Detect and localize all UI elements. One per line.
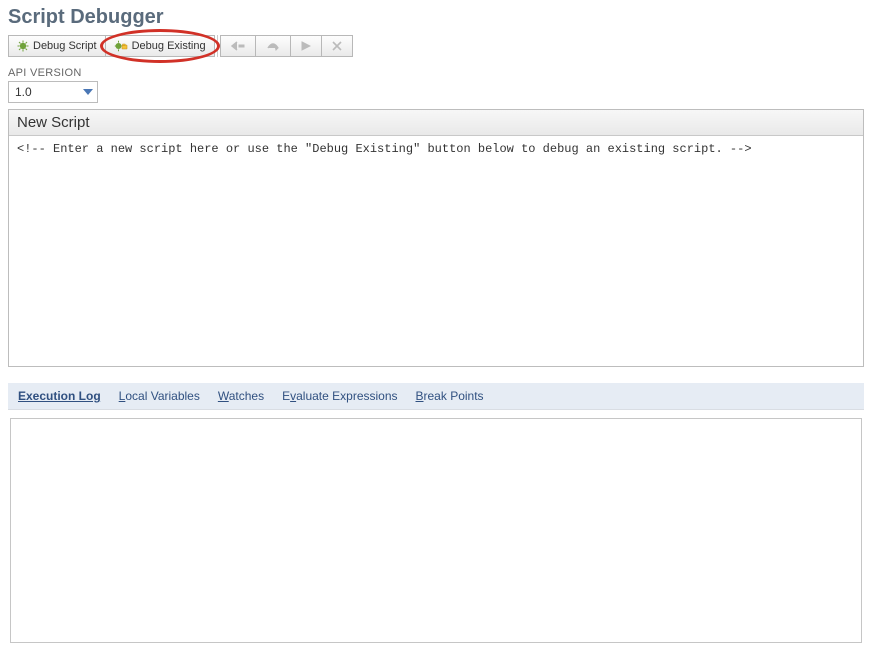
step-over-icon [266,41,280,51]
bug-icon [17,40,29,52]
toolbar-separator [217,35,218,57]
script-editor: New Script <!-- Enter a new script here … [8,109,864,367]
api-version-field: API VERSION 1.0 [8,67,864,103]
debug-existing-button[interactable]: Debug Existing [106,35,215,57]
debug-script-label: Debug Script [33,40,97,52]
editor-textarea[interactable]: <!-- Enter a new script here or use the … [9,136,863,366]
page-title: Script Debugger [8,6,864,29]
editor-title: New Script [9,110,863,136]
toolbar: Debug Script Debug Existing [8,35,864,57]
api-version-label: API VERSION [8,67,864,79]
api-version-select[interactable]: 1.0 [8,81,98,103]
stop-button[interactable] [322,35,353,57]
play-icon [301,41,311,51]
tab-watches[interactable]: Watches [218,389,264,403]
debug-tabs: Execution Log Local Variables Watches Ev… [8,383,864,410]
tab-local-variables[interactable]: Local Variables [119,389,200,403]
step-back-icon [231,41,245,51]
bug-open-icon [114,40,128,52]
tab-execution-log[interactable]: Execution Log [18,389,101,403]
continue-button[interactable] [291,35,322,57]
close-icon [332,41,342,51]
tab-evaluate-expressions[interactable]: Evaluate Expressions [282,389,397,403]
step-over-button[interactable] [256,35,291,57]
tab-break-points[interactable]: Break Points [416,389,484,403]
api-version-value: 1.0 [15,85,32,99]
step-back-button[interactable] [220,35,256,57]
output-panel[interactable] [10,418,862,643]
debug-script-button[interactable]: Debug Script [8,35,106,57]
debug-existing-label: Debug Existing [132,40,206,52]
